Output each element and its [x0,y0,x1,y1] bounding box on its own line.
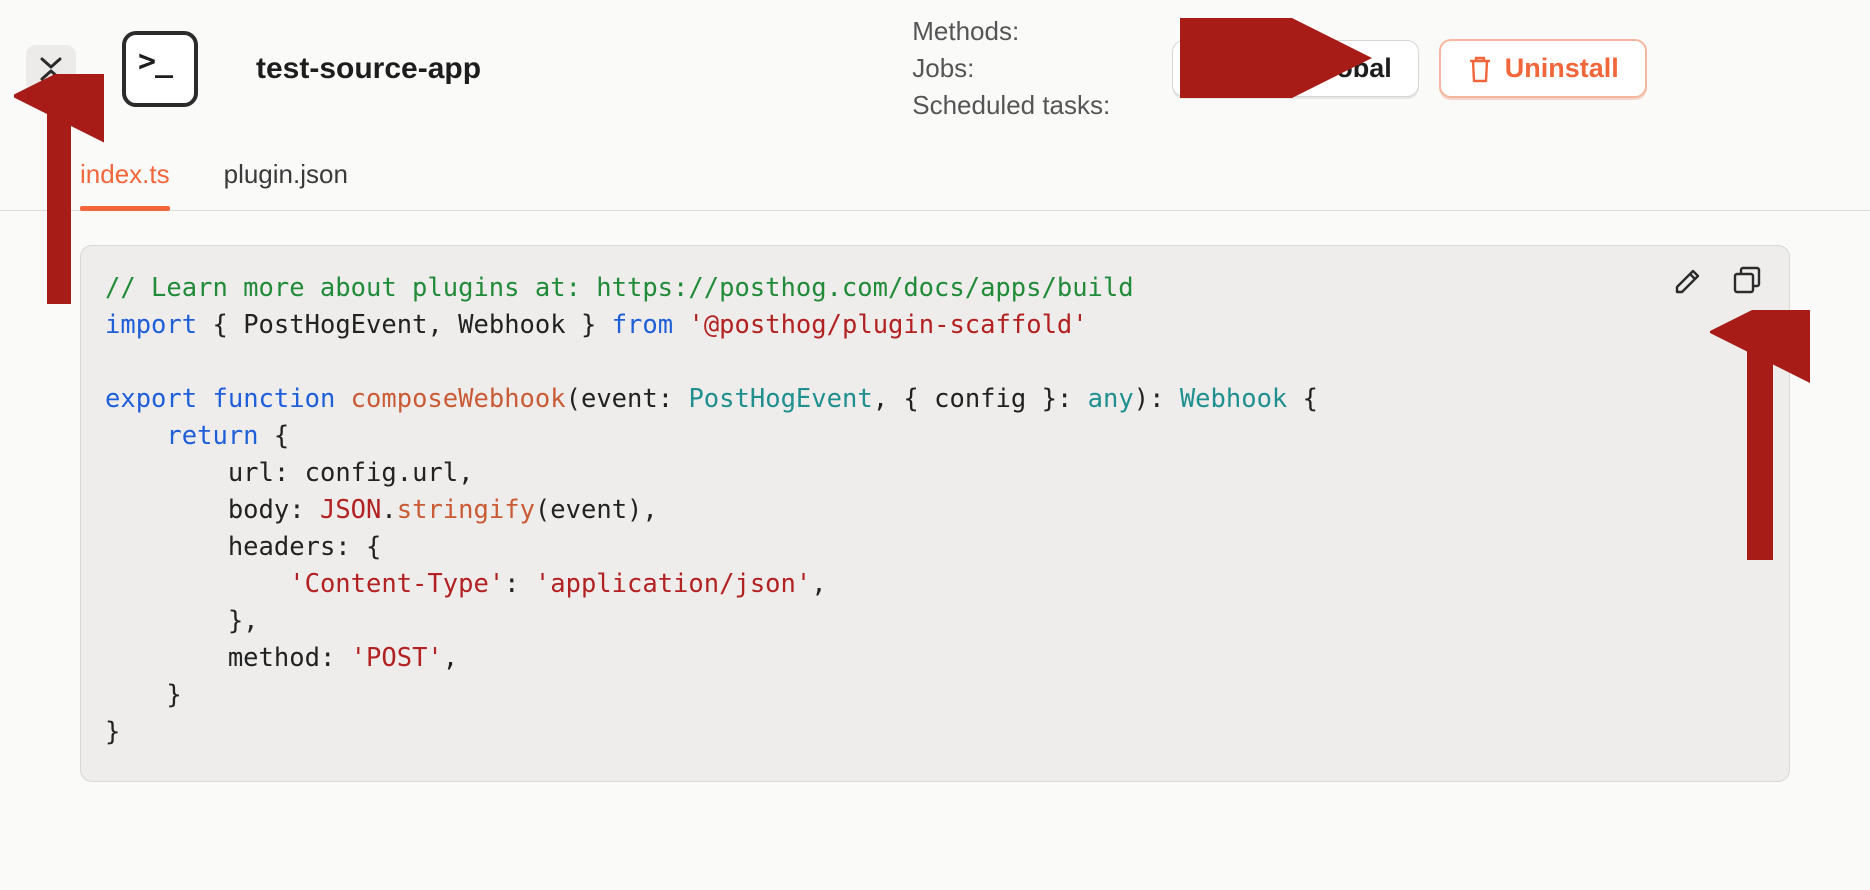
terminal-icon: >_ [138,47,172,77]
plugin-header: >_ test-source-app Methods: Jobs: Schedu… [0,0,1870,133]
edit-button[interactable] [1667,260,1709,302]
tab-plugin-json[interactable]: plugin.json [224,159,348,210]
uninstall-button[interactable]: Uninstall [1439,39,1647,98]
make-global-label: Make global [1237,53,1392,84]
collapse-toggle[interactable] [26,45,76,93]
make-global-button[interactable]: Make global [1172,40,1419,97]
plugin-meta: Methods: Jobs: Scheduled tasks: [712,16,1110,121]
meta-scheduled-label: Scheduled tasks: [912,90,1110,121]
trash-icon [1467,54,1493,84]
chevron-up-icon [40,69,62,81]
header-actions: Make global Uninstall [1172,39,1647,98]
lock-open-icon [1199,54,1225,84]
meta-methods-label: Methods: [912,16,1019,47]
tab-index-ts[interactable]: index.ts [80,159,170,210]
meta-jobs-label: Jobs: [912,53,974,84]
uninstall-label: Uninstall [1505,53,1619,84]
app-title: test-source-app [256,52,481,86]
app-icon: >_ [122,31,198,107]
copy-icon [1731,264,1765,298]
pencil-icon [1671,264,1705,298]
copy-button[interactable] [1727,260,1769,302]
code-panel: // Learn more about plugins at: https://… [80,245,1790,782]
file-tabs: index.ts plugin.json [0,133,1870,211]
chevron-down-icon [40,57,62,69]
code-content: // Learn more about plugins at: https://… [105,270,1765,751]
